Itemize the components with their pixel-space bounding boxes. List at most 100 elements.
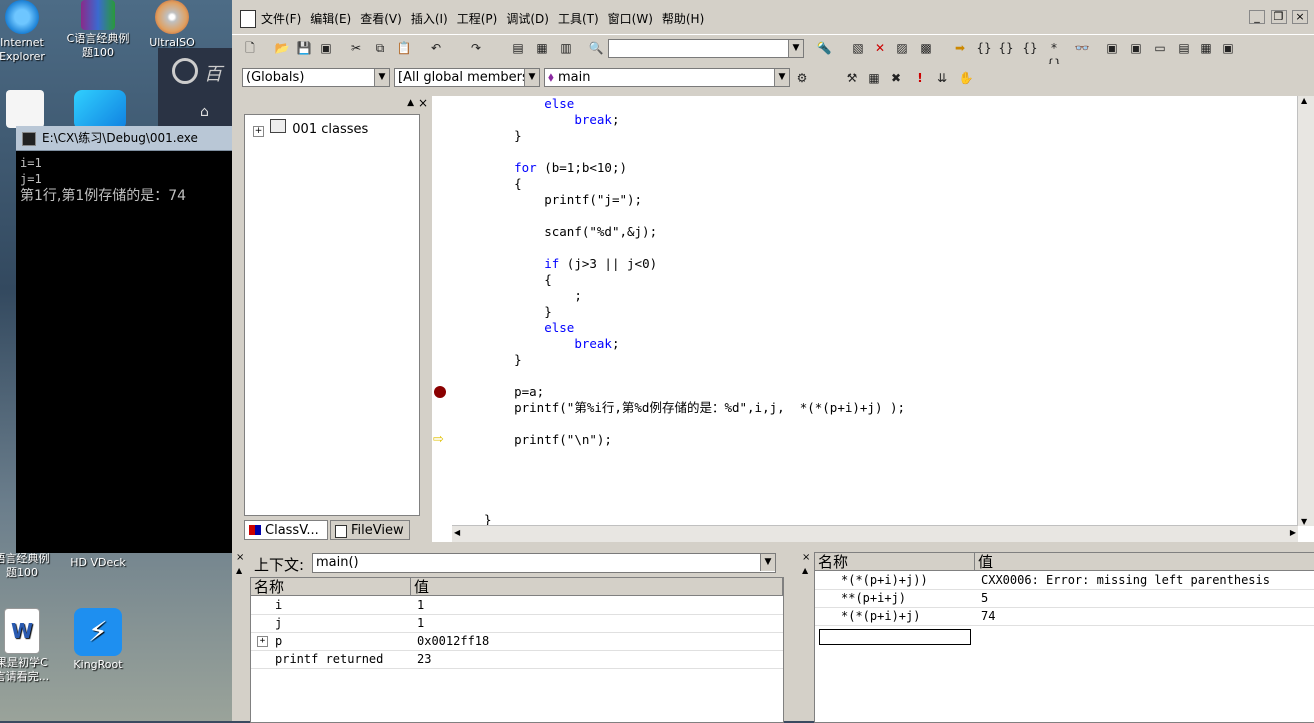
redo-icon[interactable]: ↷ bbox=[468, 40, 484, 56]
variables-window-icon[interactable]: ▣ bbox=[1128, 40, 1144, 56]
pane-pin-icon[interactable]: ▲ bbox=[236, 566, 242, 575]
go-icon[interactable]: ⇊ bbox=[934, 70, 950, 86]
new-text-file-icon[interactable]: 🗋 bbox=[242, 40, 258, 56]
code-line[interactable]: printf("第%i行,第%d例存储的是：%d",i,j, *(*(p+i)+… bbox=[484, 400, 905, 416]
breakpoint-hand-icon[interactable]: ✋ bbox=[958, 70, 974, 86]
watch-expression[interactable]: *(*(p+i)+j)) bbox=[815, 571, 975, 589]
function-combo[interactable]: ⬧ main ▼ bbox=[544, 68, 790, 87]
watch-expression[interactable]: *(*(p+i)+j) bbox=[815, 607, 975, 625]
tree-item-root[interactable]: + 001 classes bbox=[253, 119, 368, 137]
watch-value[interactable]: 74 bbox=[975, 607, 1314, 625]
menu-item[interactable]: 插入(I) bbox=[411, 10, 448, 27]
table-row[interactable]: **(p+i+j) 5 bbox=[815, 589, 1314, 608]
pane-restore-icon[interactable]: ▲ bbox=[407, 98, 414, 108]
desktop-icon-hd-vdeck[interactable]: HD VDeck bbox=[62, 556, 134, 570]
build-project-icon[interactable]: ▦ bbox=[866, 70, 882, 86]
variable-value[interactable]: 23 bbox=[411, 650, 783, 668]
close-icon[interactable]: × bbox=[1292, 10, 1308, 24]
watch-value[interactable]: CXX0006: Error: missing left parenthesis bbox=[975, 571, 1314, 589]
pane-close-icon[interactable]: × bbox=[418, 96, 428, 110]
code-line[interactable]: printf("\n"); bbox=[484, 432, 612, 448]
document-icon[interactable] bbox=[240, 10, 256, 28]
paste-icon[interactable]: 📋 bbox=[396, 40, 412, 56]
compile-file-icon[interactable]: ⚒ bbox=[844, 70, 860, 86]
breakpoint-icon[interactable] bbox=[434, 386, 446, 398]
code-line[interactable]: ; bbox=[484, 288, 582, 304]
table-row[interactable]: p 0x0012ff18 + bbox=[251, 632, 783, 651]
find-in-files-icon[interactable]: 🔍 bbox=[588, 40, 604, 56]
window-list-icon[interactable]: ▥ bbox=[558, 40, 574, 56]
code-line[interactable]: } bbox=[484, 304, 552, 320]
menu-item[interactable]: 查看(V) bbox=[360, 10, 402, 27]
tab-fileview[interactable]: FileView bbox=[330, 520, 410, 540]
find-icon[interactable]: 🔦 bbox=[816, 40, 832, 56]
scroll-right-icon[interactable]: ▶ bbox=[1290, 528, 1296, 537]
chevron-down-icon[interactable]: ▼ bbox=[774, 69, 789, 86]
stop-icon[interactable]: ✖ bbox=[888, 70, 904, 86]
cut-icon[interactable]: ✂ bbox=[348, 40, 364, 56]
console-title-bar[interactable]: E:\CX\练习\Debug\001.exe bbox=[16, 126, 232, 151]
variable-value[interactable]: 1 bbox=[411, 614, 783, 632]
variable-value[interactable]: 1 bbox=[411, 596, 783, 614]
chevron-down-icon[interactable]: ▼ bbox=[788, 40, 803, 57]
quickwatch-icon[interactable]: 👓 bbox=[1074, 40, 1090, 56]
workspace-icon[interactable]: ▤ bbox=[510, 40, 526, 56]
menu-item[interactable]: 帮助(H) bbox=[662, 10, 704, 27]
desktop-icon-internet-explorer[interactable]: Internet Explorer bbox=[0, 0, 58, 64]
undo-icon[interactable]: ↶ bbox=[428, 40, 444, 56]
globals-combo[interactable]: (Globals) ▼ bbox=[242, 68, 390, 87]
wizard-action-icon[interactable]: ⚙ bbox=[794, 70, 810, 86]
watch-value[interactable]: 5 bbox=[975, 589, 1314, 607]
execute-program-icon[interactable]: ! bbox=[912, 70, 928, 86]
code-line[interactable]: else bbox=[484, 320, 574, 336]
scroll-down-icon[interactable]: ▼ bbox=[1301, 517, 1307, 526]
table-row[interactable]: j1 bbox=[251, 614, 783, 633]
desktop-icon-word-doc[interactable]: W 果是初学C 言请看完... bbox=[0, 608, 58, 684]
chevron-down-icon[interactable]: ▼ bbox=[760, 554, 775, 571]
run-to-cursor-icon[interactable]: *{} bbox=[1046, 40, 1062, 71]
desktop-icon-kingroot[interactable]: ⚡ KingRoot bbox=[62, 608, 134, 672]
step-over-icon[interactable]: {} bbox=[998, 40, 1014, 56]
console-window[interactable]: E:\CX\练习\Debug\001.exe i=1 j=1 第1行,第1例存储… bbox=[16, 126, 232, 553]
code-editor[interactable]: ⇨ else break; } for (b=1;b<10;) { printf… bbox=[432, 96, 1314, 542]
column-header-name[interactable]: 名称 bbox=[251, 578, 411, 596]
desktop-icon-c-examples-2[interactable]: 语言经典例 题100 bbox=[0, 552, 58, 580]
save-all-icon[interactable]: ▣ bbox=[318, 40, 334, 56]
watch-expression[interactable]: **(p+i+j) bbox=[815, 589, 975, 607]
table-row[interactable]: *(*(p+i)+j) 74 bbox=[815, 607, 1314, 626]
new-watch-input[interactable] bbox=[819, 629, 971, 645]
context-combo[interactable]: main() ▼ bbox=[312, 553, 776, 573]
code-line[interactable]: } bbox=[484, 128, 522, 144]
watch-window-icon[interactable]: ▣ bbox=[1104, 40, 1120, 56]
members-combo[interactable]: [All global members ▼ bbox=[394, 68, 540, 87]
show-next-statement-icon[interactable]: ➡ bbox=[952, 40, 968, 56]
chevron-down-icon[interactable]: ▼ bbox=[524, 69, 539, 86]
open-folder-icon[interactable]: 📂 bbox=[274, 40, 290, 56]
chevron-down-icon[interactable]: ▼ bbox=[374, 69, 389, 86]
step-into-icon[interactable]: {} bbox=[976, 40, 992, 56]
code-line[interactable]: printf("j="); bbox=[484, 192, 642, 208]
table-row[interactable]: *(*(p+i)+j)) CXX0006: Error: missing left… bbox=[815, 571, 1314, 590]
menu-item[interactable]: 编辑(E) bbox=[310, 10, 351, 27]
desktop-icon-c-examples[interactable]: C语言经典例 题100 bbox=[62, 0, 134, 60]
disassembly-icon[interactable]: ▣ bbox=[1220, 40, 1236, 56]
compile-icon[interactable]: ▧ bbox=[850, 40, 866, 56]
memory-window-icon[interactable]: ▤ bbox=[1176, 40, 1192, 56]
code-line[interactable]: if (j>3 || j<0) bbox=[484, 256, 657, 272]
code-line[interactable]: for (b=1;b<10;) bbox=[484, 160, 627, 176]
code-line[interactable]: { bbox=[484, 272, 552, 288]
menu-item[interactable]: 调试(D) bbox=[506, 10, 549, 27]
minimize-icon[interactable]: _ bbox=[1249, 10, 1265, 24]
copy-icon[interactable]: ⧉ bbox=[372, 40, 388, 56]
call-stack-icon[interactable]: ▦ bbox=[1198, 40, 1214, 56]
execute-icon[interactable]: ▩ bbox=[918, 40, 934, 56]
code-line[interactable]: else bbox=[484, 96, 574, 112]
output-window-icon[interactable]: ▦ bbox=[534, 40, 550, 56]
step-out-icon[interactable]: {} bbox=[1022, 40, 1038, 56]
code-line[interactable]: break; bbox=[484, 112, 619, 128]
code-line[interactable]: } bbox=[484, 352, 522, 368]
expand-icon[interactable]: + bbox=[257, 636, 268, 647]
save-icon[interactable]: 💾 bbox=[296, 40, 312, 56]
desktop-icon-partial-1[interactable] bbox=[0, 90, 50, 130]
expand-icon[interactable]: + bbox=[253, 126, 264, 137]
